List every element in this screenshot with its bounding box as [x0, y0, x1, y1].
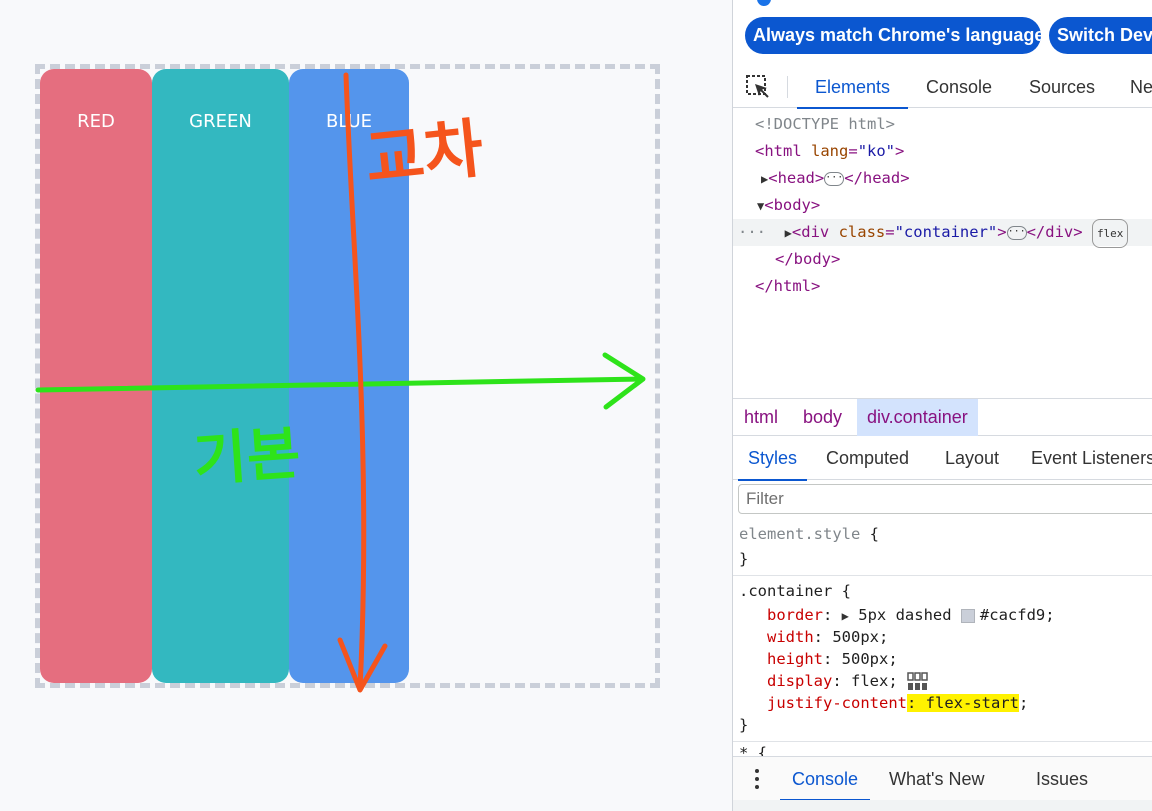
drawer-tab-console[interactable]: Console	[779, 757, 871, 801]
flex-container: RED GREEN BLUE	[35, 64, 660, 688]
flex-badge[interactable]: flex	[1091, 219, 1129, 248]
element-style-selector: element.style	[739, 525, 861, 543]
dom-doctype[interactable]: <!DOCTYPE html>	[755, 111, 895, 138]
rule-justify-content[interactable]: justify-content: flex-start;	[767, 692, 1028, 714]
dom-html-open[interactable]: <html lang="ko">	[755, 138, 904, 165]
main-tabbar: Elements Console Sources Network	[733, 66, 1152, 109]
tab-styles[interactable]: Styles	[737, 436, 808, 481]
more-options-icon[interactable]	[755, 769, 759, 789]
breadcrumb-div-container[interactable]: div.container	[857, 399, 978, 436]
container-rule-selector[interactable]: .container {	[739, 580, 851, 602]
rule-divider	[733, 741, 1152, 742]
rule-divider	[733, 575, 1152, 576]
item-blue: BLUE	[289, 69, 409, 683]
tab-event-listeners[interactable]: Event Listeners	[1031, 436, 1152, 480]
breadcrumb-html[interactable]: html	[734, 399, 788, 436]
expand-triangle-icon[interactable]: ▶	[785, 226, 792, 240]
switch-devtools-language-button[interactable]: Switch DevTools	[1049, 17, 1152, 54]
html-tag-bracket: >	[895, 142, 905, 160]
breadcrumb-body[interactable]: body	[793, 399, 852, 436]
styles-pane: element.style { } .container { border: ▶…	[733, 518, 1152, 756]
drawer-tab-issues[interactable]: Issues	[1036, 757, 1088, 801]
styles-subtabbar: Styles Computed Layout Event Listeners	[733, 436, 1152, 481]
div-close-tag: </div>	[1026, 223, 1083, 241]
inspect-element-icon[interactable]	[745, 74, 771, 100]
item-red-label: RED	[77, 111, 115, 132]
expand-shorthand-icon[interactable]: ▶	[842, 609, 849, 623]
breadcrumb: html body div.container	[733, 398, 1152, 436]
div-class-value: "container"	[894, 223, 998, 241]
tab-network[interactable]: Network	[1130, 66, 1152, 108]
div-open-bracket: >	[997, 223, 1007, 241]
tab-layout[interactable]: Layout	[945, 436, 999, 480]
dom-html-close[interactable]: </html>	[755, 273, 820, 300]
rule-border[interactable]: border: ▶ 5px dashed #cacfd9;	[767, 604, 1055, 626]
element-style-rule[interactable]: element.style {	[739, 523, 879, 545]
html-tag-open: <html	[755, 142, 802, 160]
html-lang-value: "ko"	[857, 142, 896, 160]
devtools-panel: Always match Chrome's language Switch De…	[732, 0, 1152, 811]
body-close-tag: </body>	[775, 250, 841, 268]
styles-filter-input[interactable]: Filter	[738, 484, 1152, 514]
tab-sources[interactable]: Sources	[1029, 66, 1095, 108]
html-lang-attr: lang	[811, 142, 849, 160]
body-open-tag: <body>	[764, 196, 821, 214]
bottom-drawer-tabbar: Console What's New Issues	[733, 756, 1152, 801]
dom-head[interactable]: ▶<head>···</head>	[761, 165, 910, 192]
dom-tree: <!DOCTYPE html> <html lang="ko"> ▶<head>…	[733, 110, 1152, 398]
always-match-language-button[interactable]: Always match Chrome's language	[745, 17, 1041, 54]
item-green: GREEN	[152, 69, 289, 683]
color-swatch-icon[interactable]	[960, 608, 975, 623]
rule-display[interactable]: display: flex;	[767, 670, 929, 692]
drawer-tab-whats-new[interactable]: What's New	[889, 757, 984, 801]
flexbox-editor-icon[interactable]	[907, 671, 929, 692]
next-rule-selector: * {	[739, 744, 767, 756]
item-red: RED	[40, 69, 152, 683]
tab-console[interactable]: Console	[926, 66, 992, 108]
collapsed-ellipsis-icon[interactable]: ···	[1006, 225, 1027, 240]
info-icon	[757, 0, 771, 6]
head-open-tag: <head>	[768, 169, 825, 187]
head-close-tag: </head>	[844, 169, 910, 187]
language-infobar: Always match Chrome's language Switch De…	[733, 0, 1152, 62]
dom-div-container[interactable]: ··· ▶<div class="container">···</div> fl…	[738, 219, 1129, 248]
element-style-close: }	[739, 550, 749, 568]
rule-height[interactable]: height: 500px;	[767, 648, 898, 670]
div-open-tag: <div	[791, 223, 830, 241]
item-green-label: GREEN	[189, 111, 252, 132]
row-more-icon[interactable]: ···	[738, 223, 766, 241]
div-class-attr: class	[838, 223, 886, 241]
tab-elements[interactable]: Elements	[796, 66, 909, 109]
collapsed-ellipsis-icon[interactable]: ···	[824, 171, 845, 186]
dom-body-open[interactable]: ▼<body>	[757, 192, 820, 219]
html-close-tag: </html>	[755, 277, 821, 295]
rule-width[interactable]: width: 500px;	[767, 626, 888, 648]
tab-computed[interactable]: Computed	[826, 436, 909, 480]
container-rule-close: }	[739, 716, 749, 734]
console-toolbar	[733, 800, 1152, 811]
page-viewport: RED GREEN BLUE 교차 기본	[0, 0, 732, 811]
dom-body-close[interactable]: </body>	[775, 246, 840, 273]
tab-separator	[787, 76, 788, 98]
item-blue-label: BLUE	[325, 111, 373, 132]
